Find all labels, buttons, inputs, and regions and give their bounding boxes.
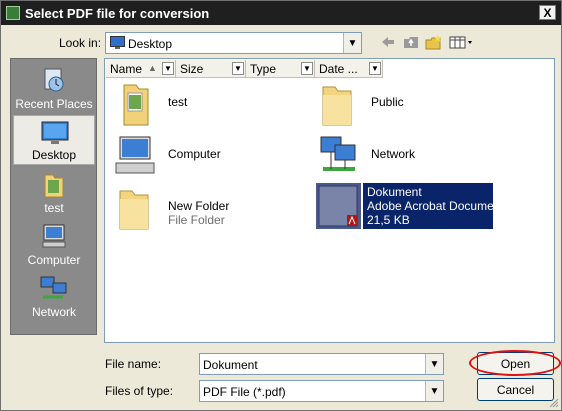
file-list-view[interactable]: Name ▲ ▼ Size ▼ Type ▼ Date ... ▼ test P… [104,58,555,343]
chevron-down-icon[interactable]: ▼ [425,381,443,401]
file-name-field[interactable]: Dokument ▼ [199,353,444,375]
look-in-label: Look in: [59,36,102,50]
desktop-icon [41,121,69,144]
file-item-new-folder[interactable]: New Folder File Folder [110,185,290,237]
place-recent-places[interactable]: Recent Places [13,63,95,113]
desktop-icon [110,36,125,49]
recent-places-icon [44,68,64,92]
look-in-dropdown[interactable]: Desktop ▼ [105,32,362,54]
file-item-dokument[interactable]: Dokument Adobe Acrobat Document 21,5 KB [313,183,504,235]
network-icon [40,276,67,299]
file-open-dialog: Select PDF file for conversion X Look in… [0,0,562,411]
file-item-test[interactable]: test [110,81,290,133]
column-header-name[interactable]: Name ▲ ▼ [106,60,176,78]
place-computer[interactable]: Computer [13,219,95,269]
file-name-value: Dokument [203,358,258,372]
file-type: Adobe Acrobat Document [367,199,504,213]
column-header-date[interactable]: Date ... ▼ [315,60,383,78]
column-header-type[interactable]: Type ▼ [246,60,315,78]
folder-icon [44,174,64,198]
file-size: 21,5 KB [367,213,410,227]
place-test[interactable]: test [13,167,95,217]
place-network[interactable]: Network [13,271,95,321]
up-folder-icon[interactable] [401,33,421,51]
resize-grip-icon[interactable] [549,398,559,408]
file-item-network[interactable]: Network [313,133,493,185]
chevron-down-icon[interactable]: ▼ [343,33,361,53]
network-icon [320,136,356,171]
chevron-down-icon[interactable]: ▼ [425,354,443,374]
file-name: Dokument [367,185,422,199]
pdf-document-icon [316,183,361,229]
cancel-button[interactable]: Cancel [477,378,554,401]
selected-file-details: Dokument Adobe Acrobat Document 21,5 KB [363,183,504,229]
open-button[interactable]: Open [477,352,554,375]
sort-ascending-icon: ▲ [148,63,157,73]
chevron-down-icon[interactable]: ▼ [232,62,244,75]
file-name-label: File name: [105,357,162,371]
view-menu-icon[interactable] [448,33,474,51]
look-in-value: Desktop [128,37,173,51]
folder-with-files-icon [123,84,149,126]
chevron-down-icon[interactable]: ▼ [301,62,313,75]
dialog-title: Select PDF file for conversion [25,6,210,21]
app-icon [6,6,20,20]
chevron-down-icon[interactable]: ▼ [369,62,381,75]
file-item-public[interactable]: Public [313,81,493,133]
new-folder-icon[interactable] [424,33,444,51]
folder-icon [322,86,352,126]
back-arrow-icon[interactable] [378,33,398,51]
file-type-label: Files of type: [105,384,174,398]
file-item-computer[interactable]: Computer [110,133,290,185]
places-bar: Recent Places Desktop test Computer Netw… [10,58,97,335]
column-header-size[interactable]: Size ▼ [176,60,246,78]
file-type-dropdown[interactable]: PDF File (*.pdf) ▼ [199,380,444,402]
place-desktop[interactable]: Desktop [13,115,95,165]
chevron-down-icon[interactable]: ▼ [162,62,174,75]
computer-icon [42,224,66,248]
title-bar: Select PDF file for conversion X [1,1,561,25]
close-button[interactable]: X [539,5,556,20]
folder-icon [119,190,149,230]
file-type-value: PDF File (*.pdf) [203,385,286,399]
computer-icon [115,136,155,174]
